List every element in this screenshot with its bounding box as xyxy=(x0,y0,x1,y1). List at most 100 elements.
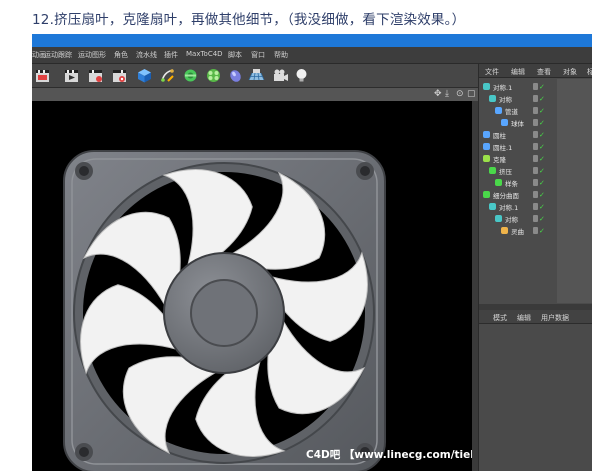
visibility-toggle[interactable] xyxy=(533,215,538,222)
object-manager-panel: 文件 编辑 查看 对象 标签 对称.1 ✓ 对称 ✓ 管道 ✓ 球体 ✓ 圆柱 ✓ 圆柱.1 ✓ 克隆 ✓… xyxy=(478,64,592,471)
menu-item-script[interactable]: 脚本 xyxy=(228,50,242,60)
tab-view[interactable]: 查看 xyxy=(537,67,551,77)
tree-row[interactable]: 球体 ✓ xyxy=(479,117,592,129)
light-icon[interactable] xyxy=(293,67,310,84)
object-manager-tabs: 文件 编辑 查看 对象 标签 xyxy=(479,64,592,78)
enabled-check-icon[interactable]: ✓ xyxy=(539,131,545,139)
tree-row[interactable]: 灵曲 ✓ xyxy=(479,225,592,237)
cloner-icon[interactable] xyxy=(205,67,222,84)
tab-user-data[interactable]: 用户数据 xyxy=(541,313,569,323)
tree-row[interactable]: 挤压 ✓ xyxy=(479,165,592,177)
object-type-icon xyxy=(495,179,502,186)
menu-item-character[interactable]: 角色 xyxy=(114,50,128,60)
tree-row[interactable]: 对称.1 ✓ xyxy=(479,81,592,93)
subdivision-icon[interactable] xyxy=(182,67,199,84)
enabled-check-icon[interactable]: ✓ xyxy=(539,203,545,211)
tree-row[interactable]: 对称.1 ✓ xyxy=(479,201,592,213)
attribute-manager-body xyxy=(479,324,592,471)
tree-row-label: 对称 xyxy=(499,96,512,104)
enabled-check-icon[interactable]: ✓ xyxy=(539,119,545,127)
object-type-icon xyxy=(495,107,502,114)
visibility-toggle[interactable] xyxy=(533,119,538,126)
object-type-icon xyxy=(483,143,490,150)
object-type-icon xyxy=(483,155,490,162)
menu-item-help[interactable]: 帮助 xyxy=(274,50,288,60)
tree-row-label: 细分曲面 xyxy=(493,192,519,200)
menu-item-plugins[interactable]: 插件 xyxy=(164,50,178,60)
object-type-icon xyxy=(483,191,490,198)
visibility-toggle[interactable] xyxy=(533,107,538,114)
enabled-check-icon[interactable]: ✓ xyxy=(539,143,545,151)
tree-row-label: 球体 xyxy=(511,120,524,128)
tree-row[interactable]: 对称 ✓ xyxy=(479,93,592,105)
tab-mode[interactable]: 模式 xyxy=(493,313,507,323)
visibility-toggle[interactable] xyxy=(533,227,538,234)
object-type-icon xyxy=(489,203,496,210)
menu-item-pipeline[interactable]: 流水线 xyxy=(136,50,157,60)
tree-row[interactable]: 细分曲面 ✓ xyxy=(479,189,592,201)
tree-row-label: 克隆 xyxy=(493,156,506,164)
visibility-toggle[interactable] xyxy=(533,179,538,186)
visibility-toggle[interactable] xyxy=(533,191,538,198)
zoom-view-icon[interactable]: ⤓ xyxy=(445,89,449,99)
enabled-check-icon[interactable]: ✓ xyxy=(539,191,545,199)
tree-row-label: 圆柱 xyxy=(493,132,506,140)
object-type-icon xyxy=(501,119,508,126)
tree-row-label: 样条 xyxy=(505,180,518,188)
enabled-check-icon[interactable]: ✓ xyxy=(539,179,545,187)
c4d-screenshot: 动画 运动跟踪 运动图形 角色 流水线 插件 MaxToC4D 脚本 窗口 帮助 xyxy=(32,34,592,471)
visibility-toggle[interactable] xyxy=(533,95,538,102)
menu-item-motion-tracking[interactable]: 运动跟踪 xyxy=(44,50,72,60)
watermark-text: C4D吧 【www.linecg.com/tieba/1799】 xyxy=(306,449,472,461)
tree-row[interactable]: 克隆 ✓ xyxy=(479,153,592,165)
visibility-toggle[interactable] xyxy=(533,131,538,138)
move-view-icon[interactable]: ✥ xyxy=(434,89,442,99)
tree-row-label: 对称 xyxy=(505,216,518,224)
tree-row-label: 管道 xyxy=(505,108,518,116)
rotate-view-icon[interactable]: ⊙ xyxy=(456,89,464,99)
enabled-check-icon[interactable]: ✓ xyxy=(539,107,545,115)
render-view-icon[interactable] xyxy=(111,67,128,84)
tree-row[interactable]: 管道 ✓ xyxy=(479,105,592,117)
visibility-toggle[interactable] xyxy=(533,83,538,90)
tab-tags[interactable]: 标签 xyxy=(587,67,592,77)
title-bar-strip xyxy=(32,34,592,47)
tree-row-label: 灵曲 xyxy=(511,228,524,236)
tab-file[interactable]: 文件 xyxy=(485,67,499,77)
tree-row[interactable]: 圆柱.1 ✓ xyxy=(479,141,592,153)
tab-edit[interactable]: 编辑 xyxy=(511,67,525,77)
fan-render xyxy=(63,150,386,471)
menu-item-maxtoc4d[interactable]: MaxToC4D xyxy=(186,50,223,58)
visibility-toggle[interactable] xyxy=(533,203,538,210)
tab-objects[interactable]: 对象 xyxy=(563,67,577,77)
3d-viewport[interactable]: C4D吧 【www.linecg.com/tieba/1799】 xyxy=(32,101,472,471)
visibility-toggle[interactable] xyxy=(533,167,538,174)
tree-row[interactable]: 对称 ✓ xyxy=(479,213,592,225)
floor-grid-icon[interactable] xyxy=(248,67,265,84)
visibility-toggle[interactable] xyxy=(533,143,538,150)
enabled-check-icon[interactable]: ✓ xyxy=(539,95,545,103)
enabled-check-icon[interactable]: ✓ xyxy=(539,83,545,91)
object-type-icon xyxy=(483,131,490,138)
deformer-icon[interactable] xyxy=(227,67,244,84)
object-type-icon xyxy=(489,167,496,174)
enabled-check-icon[interactable]: ✓ xyxy=(539,167,545,175)
enabled-check-icon[interactable]: ✓ xyxy=(539,215,545,223)
clapboard-icon[interactable] xyxy=(34,67,51,84)
camera-icon[interactable] xyxy=(272,67,289,84)
clapboard-settings-icon[interactable] xyxy=(87,67,104,84)
tab-attr-edit[interactable]: 编辑 xyxy=(517,313,531,323)
cube-icon[interactable] xyxy=(136,67,153,84)
enabled-check-icon[interactable]: ✓ xyxy=(539,155,545,163)
pen-icon[interactable] xyxy=(159,67,176,84)
visibility-toggle[interactable] xyxy=(533,155,538,162)
enabled-check-icon[interactable]: ✓ xyxy=(539,227,545,235)
maximize-view-icon[interactable]: ▢ xyxy=(467,89,476,99)
tree-row[interactable]: 样条 ✓ xyxy=(479,177,592,189)
menu-item-window[interactable]: 窗口 xyxy=(251,50,265,60)
tree-row-label: 对称.1 xyxy=(493,84,513,92)
clapboard-play-icon[interactable] xyxy=(63,67,80,84)
menu-item-mograph[interactable]: 运动图形 xyxy=(78,50,106,60)
tree-row[interactable]: 圆柱 ✓ xyxy=(479,129,592,141)
object-type-icon xyxy=(495,215,502,222)
